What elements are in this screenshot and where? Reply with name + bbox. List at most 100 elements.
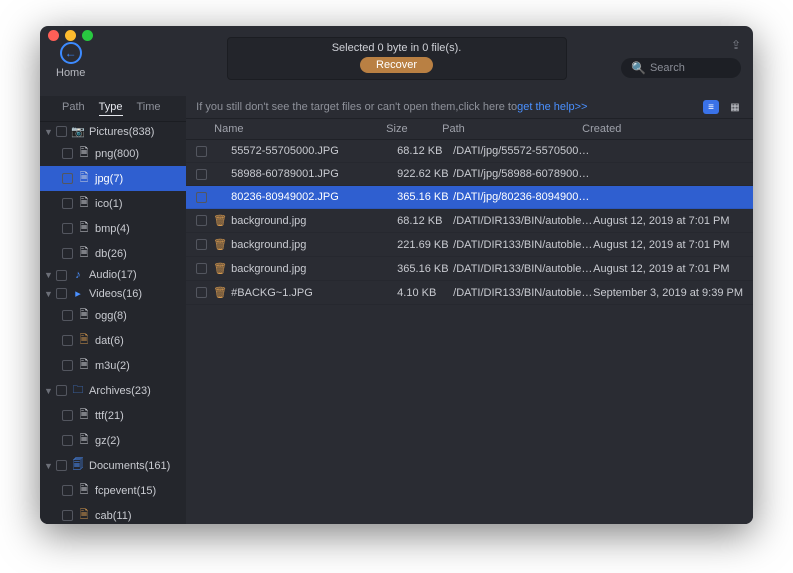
- tab-time[interactable]: Time: [137, 101, 161, 116]
- tree: ▼📷Pictures(838)🗎png(800)🗎jpg(7)🗎ico(1)🗎b…: [40, 122, 186, 524]
- file-icon: 🗎: [77, 481, 91, 500]
- recover-button[interactable]: Recover: [360, 57, 433, 73]
- item-label: cab(11): [95, 510, 131, 522]
- file-icon: 🗎: [77, 431, 91, 450]
- tree-category[interactable]: ▼🗐Documents(161): [40, 453, 186, 478]
- checkbox[interactable]: [56, 288, 67, 299]
- titlebar: [40, 26, 753, 34]
- right-tools: ⇪ 🔍 Search: [621, 38, 741, 78]
- item-label: bmp(4): [95, 223, 130, 235]
- checkbox[interactable]: [196, 192, 207, 203]
- body: Path Type Time ▼📷Pictures(838)🗎png(800)🗎…: [40, 96, 753, 524]
- file-path: /DATI/jpg/55572-55705000.JPG: [453, 145, 593, 157]
- file-path: /DATI/jpg/80236-80949002.JPG: [453, 191, 593, 203]
- checkbox[interactable]: [62, 335, 73, 346]
- checkbox[interactable]: [196, 287, 207, 298]
- file-icon: 🗎: [77, 169, 91, 188]
- search-input[interactable]: 🔍 Search: [621, 58, 741, 78]
- checkbox[interactable]: [62, 360, 73, 371]
- table-row[interactable]: 58988-60789001.JPG922.62 KB/DATI/jpg/589…: [186, 163, 753, 186]
- category-label: Videos(16): [89, 288, 142, 300]
- checkbox[interactable]: [196, 169, 207, 180]
- category-icon: 🗐: [71, 456, 85, 475]
- checkbox[interactable]: [56, 126, 67, 137]
- checkbox[interactable]: [196, 146, 207, 157]
- checkbox[interactable]: [62, 248, 73, 259]
- item-label: ttf(21): [95, 410, 124, 422]
- category-label: Audio(17): [89, 269, 137, 281]
- file-icon: 🗎: [77, 356, 91, 375]
- home-button[interactable]: ← Home: [56, 42, 85, 79]
- checkbox[interactable]: [62, 510, 73, 521]
- checkbox[interactable]: [56, 270, 67, 281]
- tree-category[interactable]: ▼♪Audio(17): [40, 266, 186, 284]
- search-placeholder: Search: [650, 62, 685, 74]
- chevron-down-icon: ▼: [44, 289, 52, 299]
- category-label: Pictures(838): [89, 126, 154, 138]
- table-row[interactable]: 🗑background.jpg68.12 KB/DATI/DIR133/BIN/…: [186, 209, 753, 233]
- grid-view-icon[interactable]: ▦: [727, 100, 743, 114]
- file-icon: 🗎: [77, 506, 91, 524]
- tree-item[interactable]: 🗎ttf(21): [40, 403, 186, 428]
- checkbox[interactable]: [56, 460, 67, 471]
- file-path: /DATI/jpg/58988-60789001.JPG: [453, 168, 593, 180]
- checkbox[interactable]: [62, 410, 73, 421]
- table-row[interactable]: 80236-80949002.JPG365.16 KB/DATI/jpg/802…: [186, 186, 753, 209]
- checkbox[interactable]: [196, 239, 207, 250]
- tree-item[interactable]: 🗎 cab(11): [40, 503, 186, 524]
- checkbox[interactable]: [62, 148, 73, 159]
- tree-item[interactable]: 🗎 bmp(4): [40, 216, 186, 241]
- tree-category[interactable]: ▼📷Pictures(838): [40, 122, 186, 141]
- back-arrow-icon: ←: [60, 42, 82, 64]
- table-row[interactable]: 🗑#BACKG~1.JPG4.10 KB/DATI/DIR133/BIN/aut…: [186, 281, 753, 305]
- search-icon: 🔍: [631, 61, 646, 75]
- col-name[interactable]: Name: [214, 123, 386, 135]
- checkbox[interactable]: [62, 435, 73, 446]
- tree-item[interactable]: 🗎db(26): [40, 241, 186, 266]
- trash-icon: 🗑: [213, 214, 227, 227]
- status-text: Selected 0 byte in 0 file(s).: [228, 42, 566, 54]
- list-view-icon[interactable]: ≡: [703, 100, 719, 114]
- table-row[interactable]: 🗑background.jpg221.69 KB/DATI/DIR133/BIN…: [186, 233, 753, 257]
- tab-path[interactable]: Path: [62, 101, 85, 116]
- file-created: August 12, 2019 at 7:01 PM: [593, 215, 743, 227]
- item-label: fcpevent(15): [95, 485, 156, 497]
- col-created[interactable]: Created: [582, 123, 743, 135]
- tree-item[interactable]: 🗎gz(2): [40, 428, 186, 453]
- file-created: August 12, 2019 at 7:01 PM: [593, 263, 743, 275]
- checkbox[interactable]: [196, 215, 207, 226]
- checkbox[interactable]: [62, 198, 73, 209]
- help-link[interactable]: get the help>>: [517, 101, 587, 113]
- item-label: png(800): [95, 148, 139, 160]
- tree-item[interactable]: 🗎png(800): [40, 141, 186, 166]
- checkbox[interactable]: [62, 223, 73, 234]
- col-path[interactable]: Path: [442, 123, 582, 135]
- share-icon[interactable]: ⇪: [731, 38, 741, 52]
- file-path: /DATI/DIR133/BIN/autobleem/THEM...: [453, 239, 593, 251]
- file-name: #BACKG~1.JPG: [231, 287, 397, 299]
- file-icon: 🗎: [77, 219, 91, 238]
- tree-category[interactable]: ▼🗀Archives(23): [40, 378, 186, 403]
- column-headers: Name Size Path Created: [186, 119, 753, 140]
- item-label: db(26): [95, 248, 127, 260]
- checkbox[interactable]: [196, 263, 207, 274]
- checkbox[interactable]: [62, 173, 73, 184]
- tree-item[interactable]: 🗎 fcpevent(15): [40, 478, 186, 503]
- file-size: 68.12 KB: [397, 215, 453, 227]
- checkbox[interactable]: [62, 485, 73, 496]
- tree-category[interactable]: ▼▸Videos(16): [40, 284, 186, 303]
- tree-item[interactable]: 🗎ico(1): [40, 191, 186, 216]
- chevron-down-icon: ▼: [44, 270, 52, 280]
- tab-type[interactable]: Type: [99, 101, 123, 116]
- table-row[interactable]: 55572-55705000.JPG68.12 KB/DATI/jpg/5557…: [186, 140, 753, 163]
- tree-item[interactable]: 🗎dat(6): [40, 328, 186, 353]
- category-label: Documents(161): [89, 460, 170, 472]
- tree-item[interactable]: 🗎jpg(7): [40, 166, 186, 191]
- file-name: background.jpg: [231, 263, 397, 275]
- tree-item[interactable]: 🗎m3u(2): [40, 353, 186, 378]
- checkbox[interactable]: [56, 385, 67, 396]
- table-row[interactable]: 🗑background.jpg365.16 KB/DATI/DIR133/BIN…: [186, 257, 753, 281]
- tree-item[interactable]: 🗎ogg(8): [40, 303, 186, 328]
- col-size[interactable]: Size: [386, 123, 442, 135]
- checkbox[interactable]: [62, 310, 73, 321]
